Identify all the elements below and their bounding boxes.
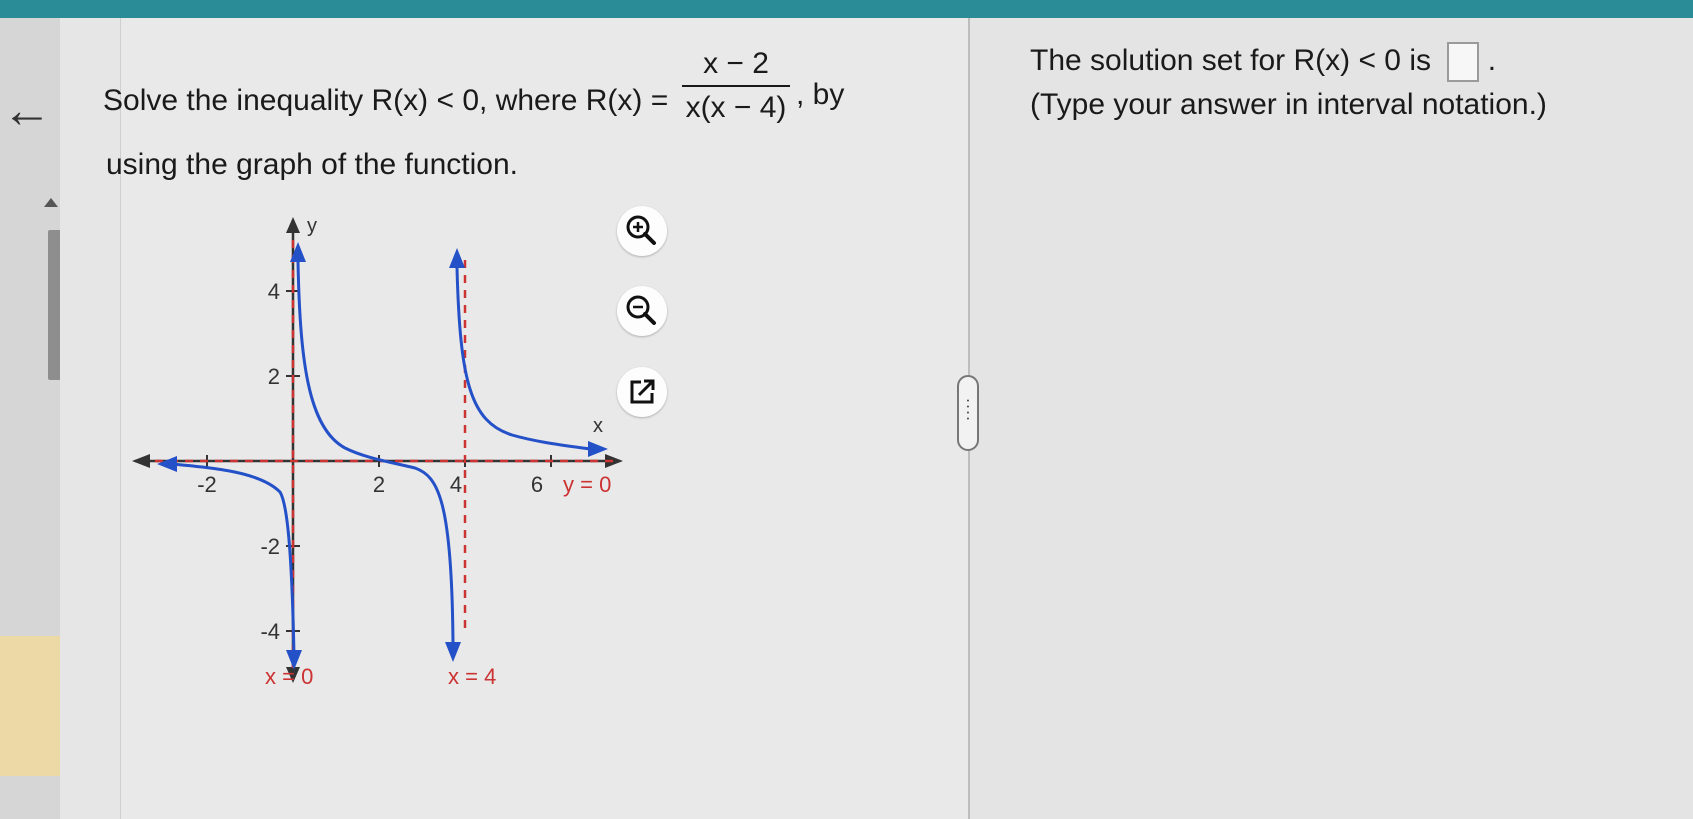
y-tick-label: -2: [260, 534, 280, 559]
zoom-in-icon: [626, 215, 656, 245]
curve-right-branch: [455, 266, 592, 451]
fraction-denominator: x(x − 4): [685, 91, 787, 124]
curve-arrows: [157, 242, 608, 670]
x-axis-label: x: [593, 415, 603, 437]
popout-icon: [630, 379, 655, 404]
function-graph: -2 2 4 6 4 2 -2 -4 x y y = 0 x = 0 x = 4: [132, 215, 623, 689]
drag-dots-icon: • • • •: [966, 398, 970, 423]
horizontal-asymptote-label: y = 0: [563, 472, 611, 497]
x-tick-label: 2: [373, 472, 385, 497]
vertical-asymptote-left-label: x = 0: [265, 664, 313, 689]
zoom-out-button[interactable]: [617, 286, 667, 336]
question-text-by: , by: [796, 78, 845, 111]
vertical-asymptote-right-label: x = 4: [448, 664, 496, 689]
y-tick-label: 4: [268, 279, 280, 304]
answer-prompt-period: .: [1487, 43, 1497, 77]
answer-panel: [970, 18, 1693, 819]
x-axis-left-arrow: [132, 454, 150, 468]
zoom-out-icon: [626, 295, 656, 325]
back-arrow-icon[interactable]: ←: [2, 82, 52, 138]
panel-resize-handle[interactable]: • • • •: [957, 375, 979, 451]
curve-middle-branch: [296, 260, 455, 647]
zoom-in-button[interactable]: [617, 206, 667, 256]
fraction-numerator: x − 2: [703, 47, 769, 80]
x-tick-label: 6: [531, 472, 543, 497]
asymptotes: [155, 240, 615, 670]
arrow-middle-down: [445, 642, 461, 662]
y-tick-label: 2: [268, 364, 280, 389]
top-bar: [0, 0, 1693, 18]
answer-prompt-text: The solution set for R(x) < 0 is: [1030, 43, 1431, 77]
popout-button[interactable]: [617, 367, 667, 417]
x-tick-label: 4: [450, 472, 462, 497]
x-tick-label: -2: [197, 472, 217, 497]
y-tick-label: -4: [260, 619, 280, 644]
function-fraction: x − 2 x(x − 4): [682, 46, 790, 126]
y-axis-label: y: [307, 215, 317, 237]
answer-hint: (Type your answer in interval notation.): [1030, 88, 1547, 121]
question-text-line1: Solve the inequality R(x) < 0, where R(x…: [103, 84, 669, 117]
question-text-line2: using the graph of the function.: [106, 148, 518, 181]
y-axis-up-arrow: [286, 217, 300, 233]
fraction-bar: [682, 85, 790, 87]
answer-prompt: The solution set for R(x) < 0 is .: [1030, 42, 1496, 82]
arrow-left-end: [157, 456, 177, 472]
scroll-up-icon[interactable]: [44, 198, 58, 207]
answer-input-box[interactable]: [1447, 42, 1480, 82]
arrow-right-up: [449, 248, 465, 268]
function-curve: [170, 260, 592, 657]
